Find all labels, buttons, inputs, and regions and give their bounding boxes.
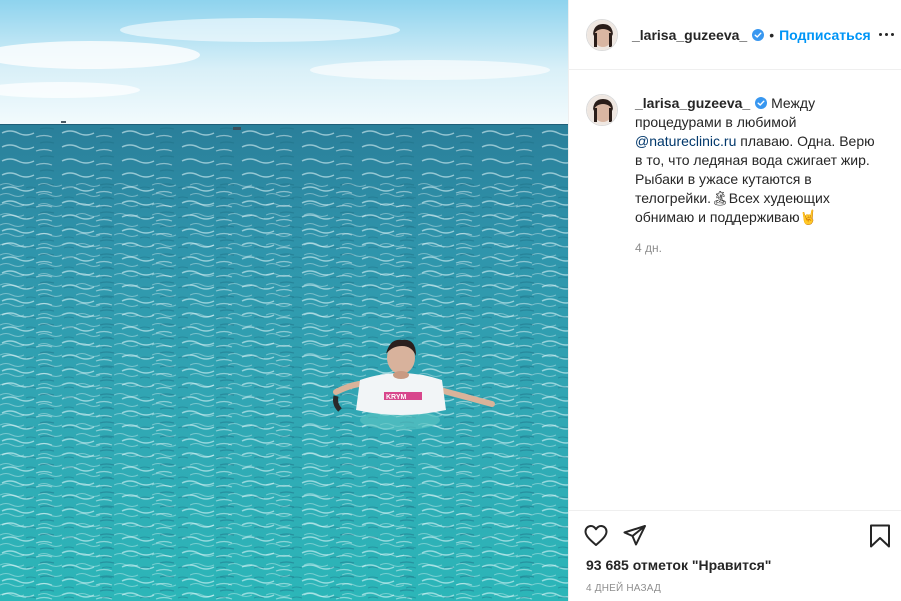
verified-badge-icon — [752, 28, 765, 41]
post-date[interactable]: 4 дней назад — [586, 583, 661, 594]
post-actions: 93 685 отметок "Нравится" 4 дней назад — [569, 510, 901, 601]
more-options-icon[interactable] — [876, 24, 896, 44]
post-header: _larisa_guzeeva_ • Подписаться — [569, 0, 901, 70]
caption-username[interactable]: _larisa_guzeeva_ — [635, 95, 750, 111]
post-photo[interactable]: KRYM — [0, 0, 568, 601]
avatar[interactable] — [586, 18, 618, 51]
separator-dot: • — [769, 26, 775, 43]
instagram-post: KRYM _larisa_guzeeva_ • Подписаться _lar… — [0, 0, 901, 601]
comments-area: _larisa_guzeeva_ Между процедурами в люб… — [569, 70, 901, 510]
caption-time[interactable]: 4 дн. — [635, 241, 885, 255]
post-side-panel: _larisa_guzeeva_ • Подписаться _larisa_g… — [568, 0, 901, 601]
bookmark-icon[interactable] — [867, 523, 893, 549]
caption-avatar[interactable] — [586, 94, 618, 126]
shirt-text: KRYM — [386, 394, 407, 401]
follow-button[interactable]: Подписаться — [779, 27, 871, 43]
verified-badge-icon — [755, 97, 768, 109]
likes-count[interactable]: 93 685 отметок "Нравится" — [586, 557, 771, 573]
header-username[interactable]: _larisa_guzeeva_ — [632, 27, 747, 43]
caption-text: _larisa_guzeeva_ Между процедурами в люб… — [635, 94, 885, 227]
paper-plane-icon[interactable] — [622, 523, 648, 549]
caption: _larisa_guzeeva_ Между процедурами в люб… — [586, 94, 886, 255]
action-icons — [583, 523, 893, 549]
caption-mention-link[interactable]: @natureclinic.ru — [635, 133, 736, 149]
heart-icon[interactable] — [583, 523, 609, 549]
